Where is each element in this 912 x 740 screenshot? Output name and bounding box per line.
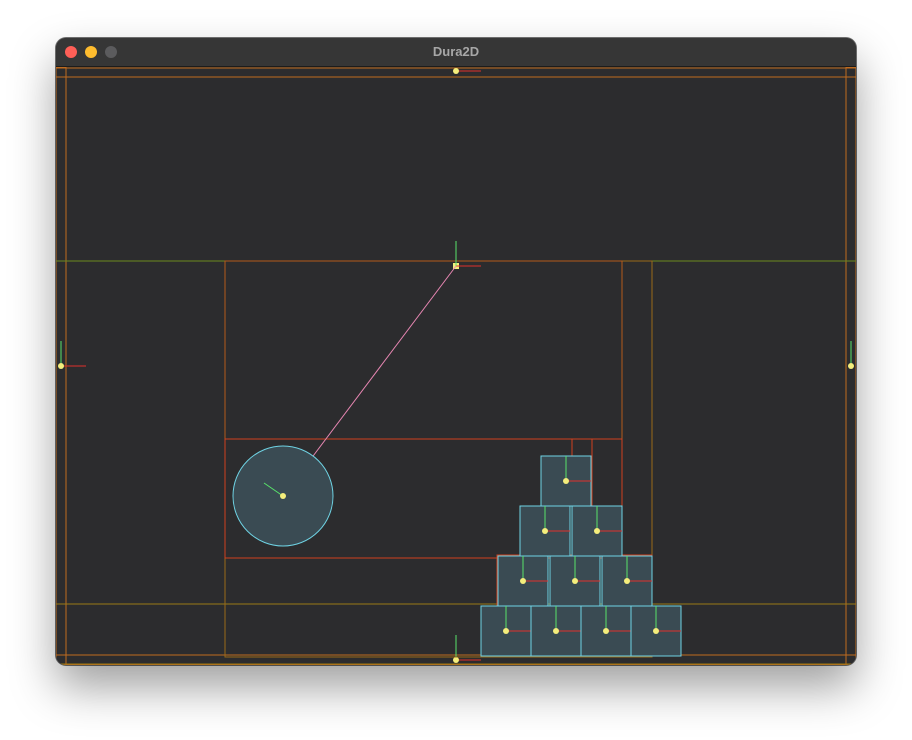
app-window: Dura2D — [56, 38, 856, 665]
window-title: Dura2D — [432, 44, 480, 59]
box-body[interactable] — [630, 605, 682, 657]
title-bar[interactable]: Dura2D — [56, 38, 856, 67]
box-body[interactable] — [519, 505, 571, 557]
box-body[interactable] — [540, 455, 592, 507]
box-body[interactable] — [480, 605, 532, 657]
simulation-canvas[interactable] — [56, 67, 856, 665]
box-body[interactable] — [580, 605, 632, 657]
box-body[interactable] — [530, 605, 582, 657]
box-body[interactable] — [571, 505, 623, 557]
circle-body[interactable] — [232, 445, 334, 547]
box-body[interactable] — [601, 555, 653, 607]
canvas-background — [56, 67, 856, 665]
box-body[interactable] — [549, 555, 601, 607]
box-body[interactable] — [497, 555, 549, 607]
